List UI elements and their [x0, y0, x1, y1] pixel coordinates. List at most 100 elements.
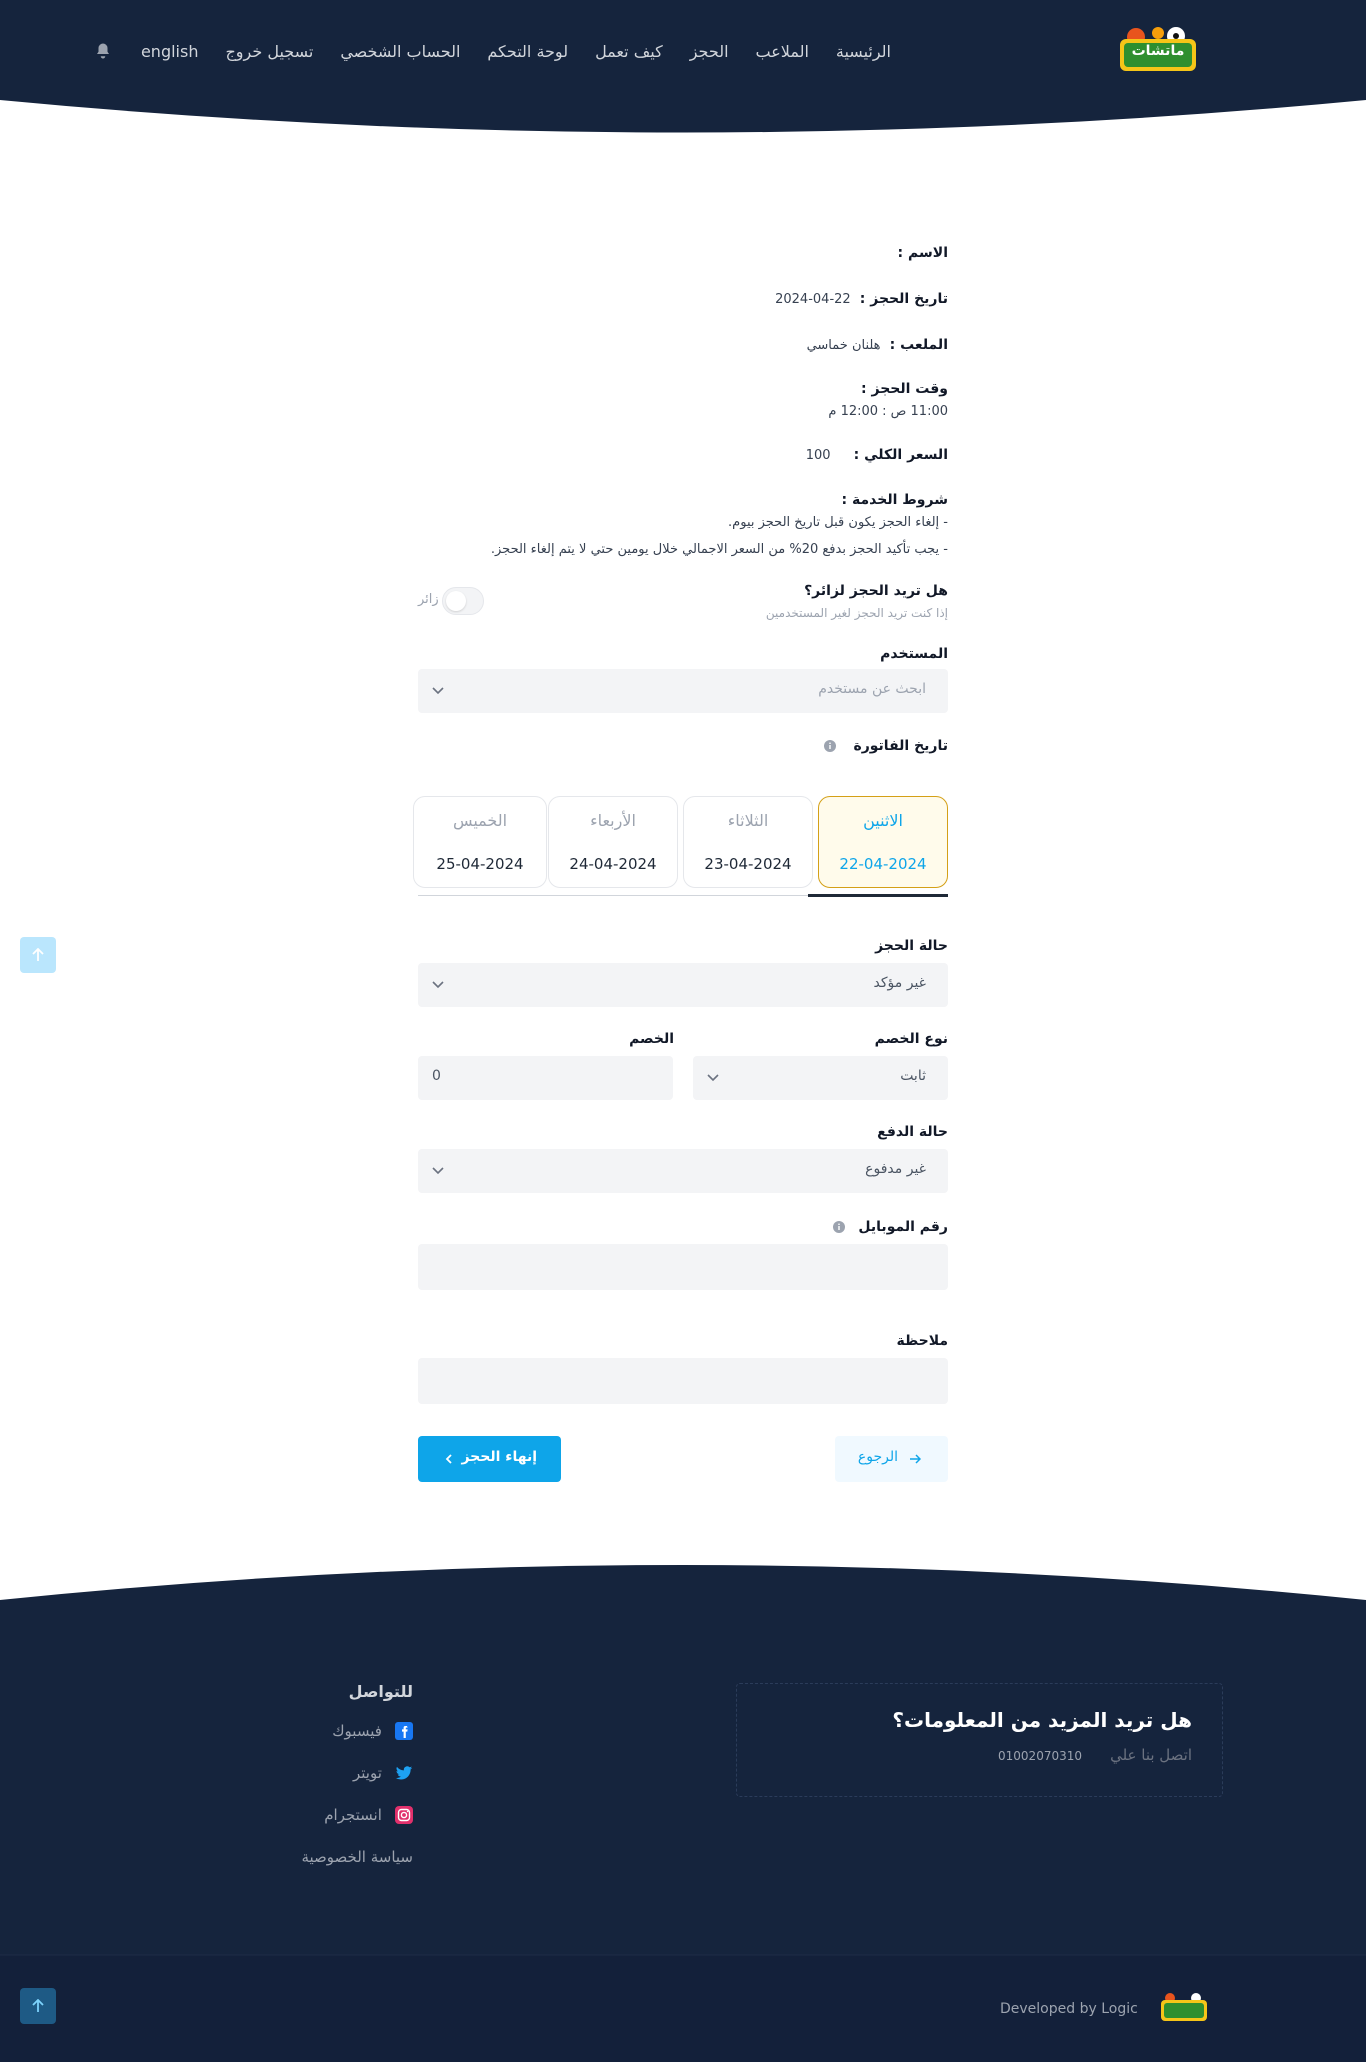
info-title: هل تريد المزيد من المعلومات؟ — [892, 1708, 1192, 1732]
discount-type-label: نوع الخصم — [874, 1031, 948, 1047]
nav-language[interactable]: english — [141, 42, 199, 61]
twitter-icon — [395, 1765, 413, 1780]
footer-scroll-to-top-button[interactable] — [20, 1988, 56, 2024]
invoice-day-card[interactable]: الخميس 25-04-2024 — [413, 796, 547, 888]
user-field-label: المستخدم — [880, 646, 948, 662]
terms-line-1: - إلغاء الحجز يكون قبل تاريخ الحجز بيوم. — [728, 515, 948, 530]
note-label: ملاحظة — [896, 1333, 948, 1349]
invoice-day-card[interactable]: الاثنين 22-04-2024 — [818, 796, 948, 888]
invoice-day-date: 24-04-2024 — [569, 855, 657, 873]
bell-icon[interactable] — [94, 42, 112, 60]
contact-info-box: هل تريد المزيد من المعلومات؟ اتصل بنا عل… — [736, 1683, 1223, 1797]
instagram-icon — [395, 1805, 413, 1824]
site-footer: هل تريد المزيد من المعلومات؟ اتصل بنا عل… — [0, 1565, 1366, 2062]
finish-booking-button[interactable]: إنهاء الحجز — [418, 1436, 561, 1482]
discount-amount-label-row: الخصم — [629, 1028, 674, 1047]
arrow-right-icon — [910, 1454, 921, 1464]
discount-type-label-row: نوع الخصم — [875, 1028, 948, 1047]
invoice-date-label-row: تاريخ الفاتورة — [824, 735, 948, 754]
nav-logout[interactable]: تسجيل خروج — [225, 42, 313, 61]
time-value-row: 11:00 ص : 12:00 م — [828, 400, 948, 419]
payment-status-value: غير مدفوع — [865, 1161, 926, 1177]
note-label-row: ملاحظة — [896, 1330, 948, 1349]
mobile-input[interactable] — [418, 1244, 948, 1290]
nav-home[interactable]: الرئيسية — [836, 42, 891, 61]
contact-phone[interactable]: 01002070310 — [998, 1749, 1082, 1763]
chevron-down-icon — [432, 981, 444, 989]
booking-status-select[interactable]: غير مؤكد — [418, 963, 948, 1007]
privacy-policy-link[interactable]: سياسة الخصوصية — [301, 1848, 413, 1866]
payment-label: حالة الدفع — [877, 1124, 948, 1140]
chevron-down-icon — [707, 1074, 719, 1082]
scroll-to-top-button[interactable] — [20, 937, 56, 973]
stadium-label: الملعب : — [889, 337, 948, 353]
stadium-row: الملعب : هلنان خماسي — [807, 334, 948, 353]
status-label-row: حالة الحجز — [875, 935, 948, 954]
invoice-day-name: الثلاثاء — [727, 811, 769, 830]
payment-status-select[interactable]: غير مدفوع — [418, 1149, 948, 1193]
visitor-toggle[interactable]: زائر — [418, 587, 488, 615]
chevron-down-icon — [432, 687, 444, 695]
instagram-link[interactable]: انستجرام — [324, 1804, 413, 1824]
visitor-question: هل تريد الحجز لزائر؟ — [804, 583, 948, 599]
back-label: الرجوع — [857, 1449, 898, 1465]
time-label: وقت الحجز : — [861, 381, 948, 397]
discount-amount-input[interactable]: 0 — [418, 1056, 673, 1100]
price-value: 100 — [805, 448, 831, 463]
invoice-day-card[interactable]: الأربعاء 24-04-2024 — [548, 796, 678, 888]
visitor-toggle-track[interactable] — [442, 587, 484, 615]
date-row: تاريخ الحجز : 22-04-2024 — [775, 288, 948, 307]
twitter-link[interactable]: تويتر — [353, 1762, 413, 1782]
invoice-day-date: 23-04-2024 — [704, 855, 792, 873]
discount-type-select[interactable]: ثابت — [693, 1056, 948, 1100]
discount-amount-label: الخصم — [629, 1031, 674, 1047]
date-value: 22-04-2024 — [775, 292, 851, 307]
booking-status-value: غير مؤكد — [873, 975, 926, 991]
facebook-link[interactable]: فيسبوك — [332, 1720, 413, 1740]
info-icon[interactable] — [833, 1220, 846, 1233]
site-header: ماتشات الرئيسية الملاعب الحجز كيف تعمل ل… — [0, 0, 1366, 135]
user-search-select[interactable]: ابحث عن مستخدم — [418, 669, 948, 713]
nav-stadiums[interactable]: الملاعب — [756, 42, 809, 61]
price-label: السعر الكلي : — [853, 447, 948, 463]
discount-amount-value: 0 — [432, 1068, 441, 1084]
stadium-value: هلنان خماسي — [806, 338, 881, 353]
invoice-day-date: 22-04-2024 — [839, 855, 927, 873]
invoice-day-date: 25-04-2024 — [436, 855, 524, 873]
visitor-toggle-label: زائر — [418, 592, 439, 607]
status-label: حالة الحجز — [875, 938, 948, 954]
back-button[interactable]: الرجوع — [835, 1436, 948, 1482]
nav-booking[interactable]: الحجز — [690, 42, 729, 61]
invoice-day-name: الخميس — [452, 811, 508, 830]
finish-booking-label: إنهاء الحجز — [461, 1449, 537, 1465]
terms-label: شروط الخدمة : — [841, 492, 948, 508]
visitor-toggle-knob — [446, 591, 466, 611]
mobile-label-row: رقم الموبايل — [833, 1216, 948, 1235]
nav-profile[interactable]: الحساب الشخصي — [340, 42, 460, 61]
nav-how-it-works[interactable]: كيف تعمل — [595, 42, 663, 61]
developed-by: Developed by Logic — [1000, 2001, 1138, 2017]
name-row: الاسم : — [898, 242, 948, 261]
social-title: للتواصل — [348, 1682, 413, 1701]
invoice-day-card[interactable]: الثلاثاء 23-04-2024 — [683, 796, 813, 888]
terms-line-2: - يجب تأكيد الحجز بدفع 20% من السعر الاج… — [490, 542, 948, 557]
footer-brand-logo[interactable] — [1160, 1991, 1208, 2023]
payment-label-row: حالة الدفع — [877, 1121, 948, 1140]
time-value: 11:00 ص : 12:00 م — [828, 404, 948, 419]
time-label-row: وقت الحجز : — [861, 378, 948, 397]
invoice-day-name: الأربعاء — [590, 811, 636, 830]
invoice-date-label: تاريخ الفاتورة — [853, 738, 948, 754]
visitor-hint: إذا كنت تريد الحجز لغير المستخدمين — [765, 606, 948, 620]
user-search-placeholder: ابحث عن مستخدم — [818, 681, 926, 697]
nav-dashboard[interactable]: لوحة التحكم — [487, 42, 568, 61]
contact-label: اتصل بنا علي — [1110, 1746, 1192, 1764]
arrow-up-icon — [32, 948, 44, 961]
main-nav: الرئيسية الملاعب الحجز كيف تعمل لوحة الت… — [0, 36, 1366, 66]
info-icon[interactable] — [824, 739, 837, 752]
price-row: السعر الكلي : 100 — [806, 444, 948, 463]
note-input[interactable] — [418, 1358, 948, 1404]
chevron-left-icon — [445, 1454, 452, 1464]
facebook-icon — [395, 1721, 413, 1740]
date-label: تاريخ الحجز : — [859, 291, 948, 307]
date-carousel-scrollbar[interactable] — [808, 894, 948, 897]
